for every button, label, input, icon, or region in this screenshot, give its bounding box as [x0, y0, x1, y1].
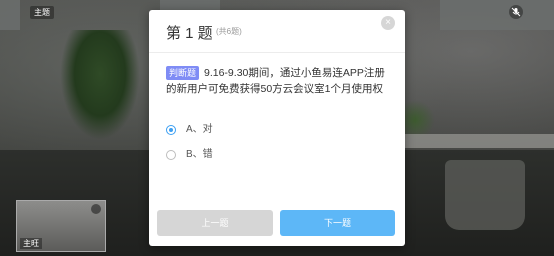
quiz-dialog: 第 1 题 (共6题) × 判断题 9.16-9.30期间，通过小鱼易连APP注…: [149, 10, 405, 246]
question-number: 第 1 题: [166, 25, 213, 42]
self-video-thumbnail[interactable]: 主旺: [16, 200, 106, 252]
question-count: (共6题): [216, 27, 242, 36]
thumbnail-host-label: 主旺: [20, 238, 42, 249]
window-light: [440, 0, 554, 30]
close-icon: ×: [385, 17, 391, 28]
prev-question-button[interactable]: 上一题: [157, 210, 273, 236]
plant-image: [60, 30, 140, 140]
host-label: 主题: [30, 6, 54, 19]
shelf-image: [404, 134, 554, 148]
window-light: [0, 0, 20, 30]
quiz-header: 第 1 题 (共6题) ×: [149, 10, 405, 53]
radio-checked-icon[interactable]: [166, 125, 176, 135]
chair-image: [445, 160, 525, 230]
mic-muted-icon[interactable]: [509, 5, 523, 19]
option-label: B、错: [186, 149, 213, 160]
next-question-button[interactable]: 下一题: [280, 210, 395, 236]
question-text: 9.16-9.30期间，通过小鱼易连APP注册的新用户可免费获得50方云会议室1…: [166, 67, 385, 95]
radio-unchecked-icon[interactable]: [166, 150, 176, 160]
mic-muted-icon: [91, 204, 101, 214]
close-button[interactable]: ×: [381, 16, 395, 30]
option-label: A、对: [186, 124, 213, 135]
